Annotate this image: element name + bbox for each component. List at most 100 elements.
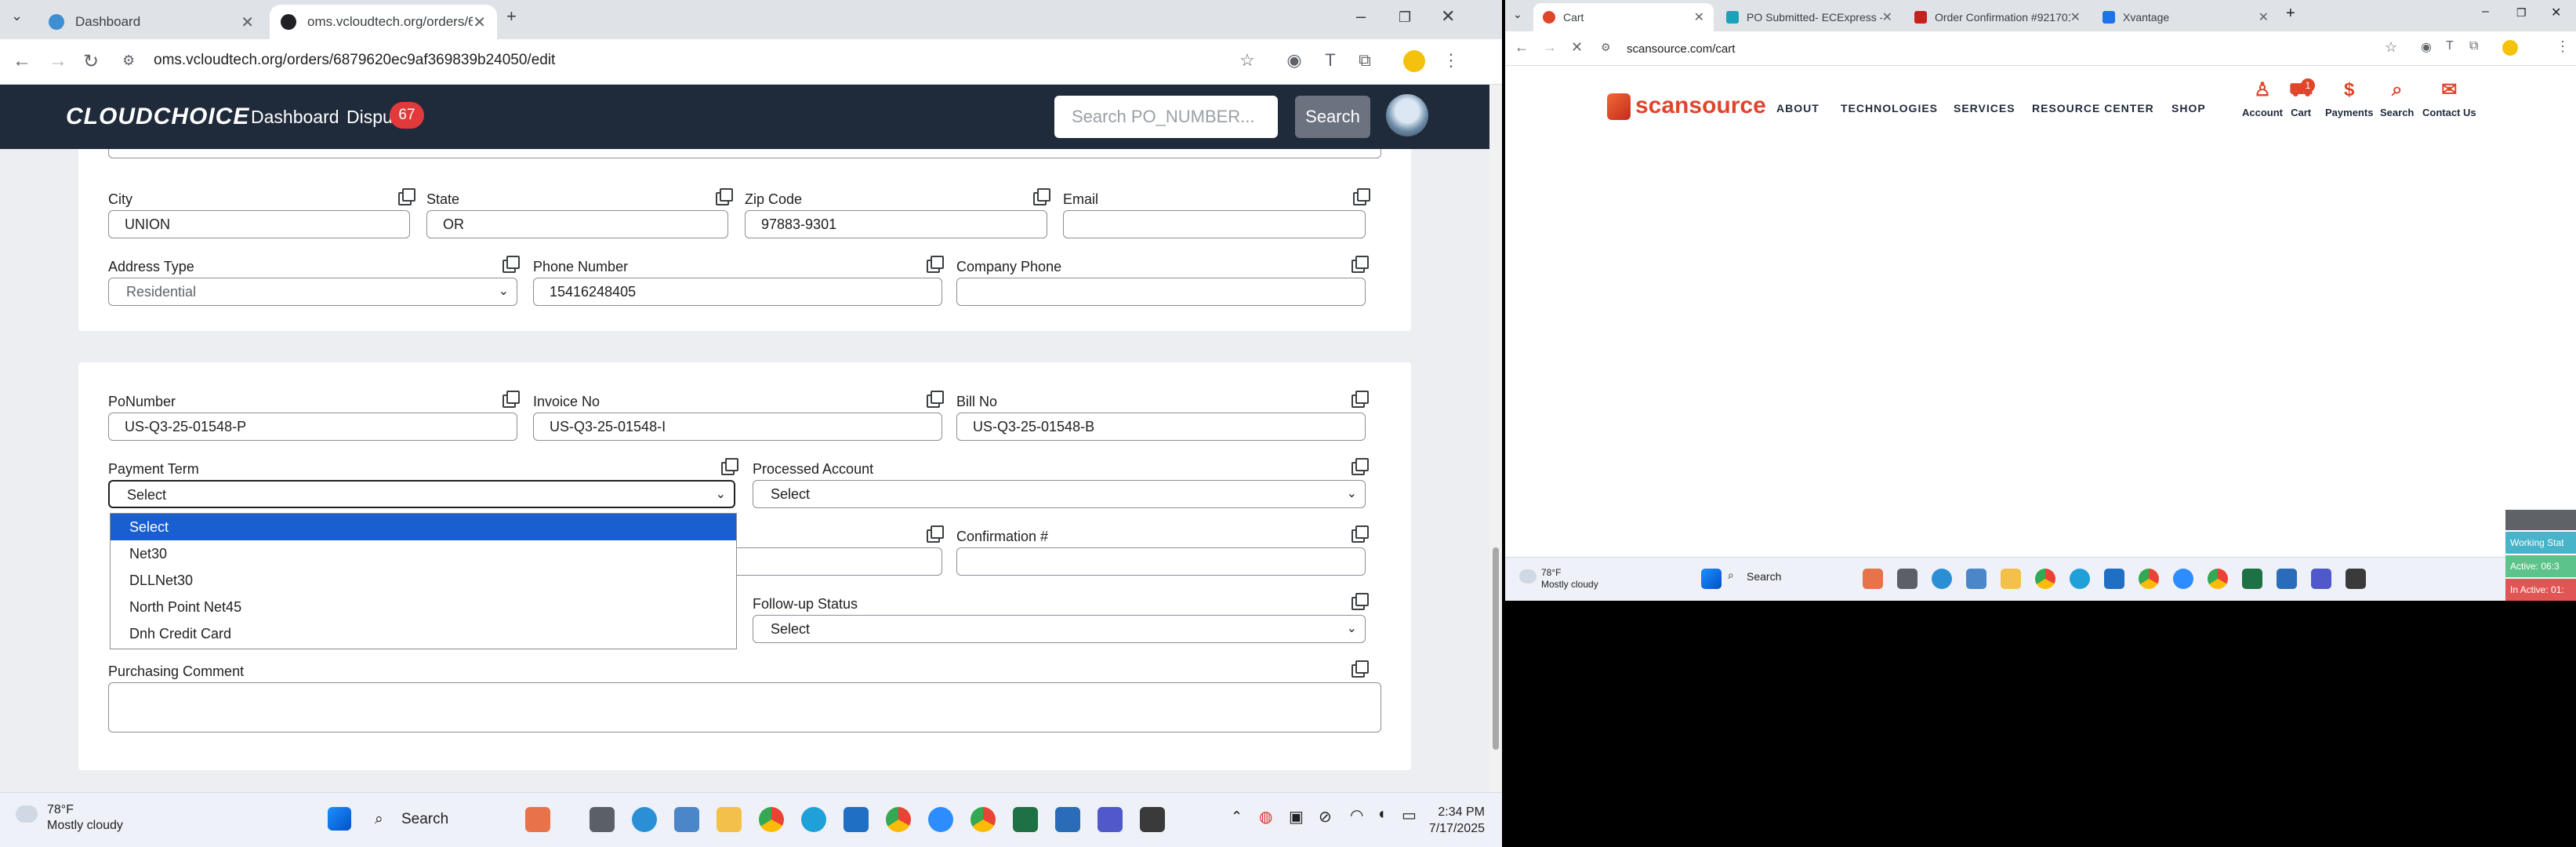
po-search-input[interactable]: Search PO_NUMBER... — [1054, 96, 1278, 138]
search-button[interactable]: Search — [1295, 96, 1370, 138]
page-scrollbar[interactable] — [1489, 85, 1502, 792]
taskbar-search[interactable]: ⌕ Search — [1726, 569, 1781, 583]
chrome-icon[interactable] — [759, 807, 784, 832]
outlook-icon[interactable] — [844, 807, 869, 832]
wifi-icon[interactable]: ◠ — [1350, 805, 1363, 825]
app-icon[interactable] — [1932, 569, 1952, 589]
purchasing-comment-textarea[interactable] — [108, 682, 1381, 732]
system-clock[interactable]: 2:34 PM 7/17/2025 — [1429, 804, 1485, 837]
contact-link[interactable]: ✉ Contact Us — [2422, 78, 2476, 118]
zip-input[interactable]: 97883-9301 — [745, 210, 1047, 238]
teams-icon[interactable] — [2311, 569, 2331, 589]
extensions-puzzle-icon[interactable]: ⧉ — [1355, 50, 1375, 71]
account-link[interactable]: ♙ Account — [2242, 78, 2283, 118]
close-icon[interactable]: ✕ — [2070, 9, 2081, 25]
translate-icon[interactable]: T — [2446, 39, 2454, 53]
copy-icon[interactable] — [1353, 188, 1370, 205]
close-icon[interactable]: ✕ — [241, 13, 254, 32]
edge-icon[interactable] — [2070, 569, 2090, 589]
user-avatar[interactable] — [1386, 94, 1428, 136]
email-input[interactable] — [1063, 210, 1366, 238]
copy-icon[interactable] — [927, 525, 944, 543]
chrome-icon[interactable] — [2208, 569, 2228, 589]
folder-icon[interactable] — [2001, 569, 2021, 589]
copy-icon[interactable] — [721, 458, 738, 475]
confirmation-input[interactable] — [956, 547, 1366, 576]
site-info-icon[interactable]: ⚙ — [1601, 41, 1611, 54]
copy-icon[interactable] — [1351, 391, 1369, 408]
bookmark-star-icon[interactable]: ☆ — [1237, 50, 1257, 71]
tab-po-submitted[interactable]: PO Submitted- ECExpress - TD ✕ — [1717, 3, 1902, 31]
tab-order-confirmation[interactable]: Order Confirmation #9217012… ✕ — [1905, 3, 2090, 31]
copy-icon[interactable] — [398, 188, 415, 205]
copy-icon[interactable] — [503, 256, 520, 273]
profile-icon[interactable] — [2502, 40, 2518, 56]
file-icon[interactable] — [1897, 569, 1917, 589]
forward-icon[interactable]: → — [49, 50, 67, 72]
invoice-input[interactable]: US-Q3-25-01548-I — [533, 413, 942, 441]
po-number-input[interactable]: US-Q3-25-01548-P — [108, 413, 517, 441]
restore-icon[interactable]: ❐ — [2516, 6, 2527, 20]
profile-icon[interactable] — [1403, 50, 1425, 72]
address-type-select[interactable]: Residential ⌄ — [108, 278, 517, 306]
calculator-icon[interactable] — [1966, 569, 1986, 589]
chrome-icon[interactable] — [886, 807, 911, 832]
copy-icon[interactable] — [927, 391, 944, 408]
new-tab-icon[interactable]: + — [506, 6, 517, 27]
tab-order-edit[interactable]: oms.vcloudtech.org/orders/68… ✕ — [270, 5, 497, 39]
folder-icon[interactable] — [717, 807, 742, 832]
calculator-icon[interactable] — [674, 807, 699, 832]
widget-icon[interactable] — [1863, 569, 1883, 589]
volume-icon[interactable]: ◖ — [1377, 805, 1386, 823]
url-text[interactable]: scansource.com/cart — [1627, 42, 1735, 56]
battery-icon[interactable]: ▭ — [1402, 805, 1417, 825]
weather-widget[interactable]: 78°F Mostly cloudy — [1519, 567, 1598, 591]
new-tab-icon[interactable]: + — [2286, 5, 2295, 23]
close-window-icon[interactable]: ✕ — [1441, 6, 1455, 27]
tray-chevron-icon[interactable]: ⌃ — [1231, 809, 1243, 825]
reload-icon[interactable]: ↻ — [83, 50, 99, 73]
widget-icon[interactable] — [525, 807, 550, 832]
copy-icon[interactable] — [1351, 458, 1369, 475]
excel-icon[interactable] — [1013, 807, 1038, 832]
close-icon[interactable]: ✕ — [1882, 9, 1892, 25]
state-input[interactable]: OR — [426, 210, 728, 238]
zoom-icon[interactable] — [928, 807, 953, 832]
dropdown-option[interactable]: North Point Net45 — [111, 594, 736, 620]
bill-input[interactable]: US-Q3-25-01548-B — [956, 413, 1366, 441]
search-link[interactable]: ⌕ Search — [2380, 78, 2414, 118]
dropdown-option[interactable]: DLLNet30 — [111, 567, 736, 594]
outlook-icon[interactable] — [2104, 569, 2124, 589]
chrome-icon[interactable] — [2035, 569, 2055, 589]
excel-icon[interactable] — [2242, 569, 2262, 589]
tab-cart[interactable]: Cart ✕ — [1533, 3, 1714, 31]
tray-app-icon[interactable]: ◍ — [1259, 807, 1272, 827]
back-icon[interactable]: ← — [13, 50, 31, 72]
copy-icon[interactable] — [1351, 525, 1369, 543]
tab-search-icon[interactable]: ⌄ — [1513, 8, 1522, 21]
taskbar-search[interactable]: ⌕ Search — [373, 804, 522, 835]
tray-icon[interactable]: ⊘ — [1319, 807, 1332, 827]
payments-link[interactable]: $ Payments — [2325, 78, 2373, 118]
loading-stop-icon[interactable]: ✕ — [1571, 39, 1583, 56]
close-icon[interactable]: ✕ — [2259, 9, 2269, 25]
teams-icon[interactable] — [1098, 807, 1123, 832]
copy-icon[interactable] — [716, 188, 733, 205]
site-info-icon[interactable]: ⚙ — [122, 53, 135, 69]
sticky-notes-icon[interactable] — [1140, 807, 1165, 832]
start-icon[interactable] — [328, 807, 351, 831]
menu-dots-icon[interactable]: ⋮ — [2556, 38, 2570, 55]
forward-icon[interactable]: → — [1543, 39, 1557, 56]
nav-dashboard[interactable]: Dashboard — [251, 107, 339, 128]
tab-search-icon[interactable]: ⌄ — [11, 8, 23, 24]
copy-icon[interactable] — [1351, 593, 1369, 610]
payment-term-select[interactable]: Select ⌄ — [108, 480, 735, 508]
city-input[interactable]: UNION — [108, 210, 410, 238]
close-icon[interactable]: ✕ — [1694, 9, 1704, 25]
translate-icon[interactable]: T — [1320, 50, 1341, 71]
dropdown-option[interactable]: Dnh Credit Card — [111, 620, 736, 647]
minimize-icon[interactable]: – — [1356, 6, 1366, 27]
app-icon[interactable] — [1055, 807, 1080, 832]
copy-icon[interactable] — [927, 256, 944, 273]
close-window-icon[interactable]: ✕ — [2551, 5, 2561, 20]
